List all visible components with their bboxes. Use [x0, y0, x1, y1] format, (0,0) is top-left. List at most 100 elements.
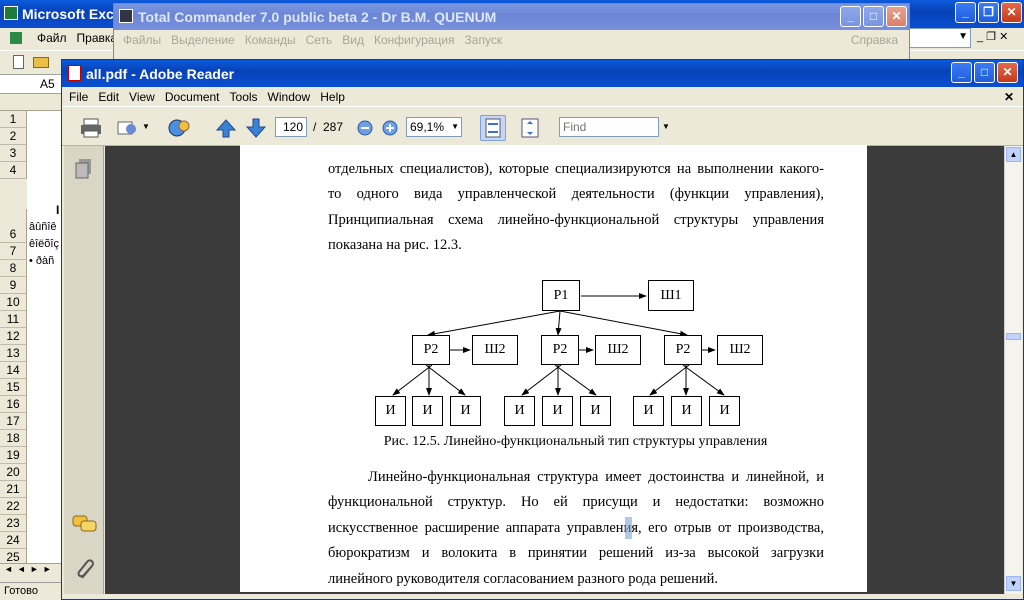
excel-row-header[interactable]: 20 [0, 464, 27, 481]
excel-row-header[interactable]: 19 [0, 447, 27, 464]
email-icon[interactable] [114, 115, 140, 141]
reader-menu-edit[interactable]: Edit [93, 90, 124, 104]
excel-row-header[interactable]: 7 [0, 243, 27, 260]
doc-close-icon[interactable]: ✕ [999, 90, 1019, 104]
pdf-page[interactable]: отдельных специалистов), которые специал… [240, 145, 867, 592]
fit-width-icon[interactable] [517, 115, 543, 141]
reader-minimize-button[interactable]: _ [951, 62, 972, 83]
chevron-down-icon[interactable]: ▼ [662, 122, 670, 131]
reader-titlebar[interactable]: all.pdf - Adobe Reader _ □ ✕ [62, 60, 1023, 87]
new-file-icon[interactable] [13, 55, 24, 69]
node-leaf: И [375, 396, 406, 426]
excel-row-header[interactable]: 11 [0, 311, 27, 328]
vertical-scrollbar[interactable]: ▲ ▼ [1004, 146, 1022, 594]
page-number-input[interactable] [275, 117, 307, 137]
reader-maximize-button[interactable]: □ [974, 62, 995, 83]
tc-menu-commands[interactable]: Команды [240, 33, 301, 47]
reader-menu-window[interactable]: Window [263, 90, 316, 104]
excel-row-header[interactable]: 23 [0, 515, 27, 532]
tc-menu-help[interactable]: Справка [846, 33, 903, 47]
print-icon[interactable] [78, 115, 104, 141]
excel-row-header[interactable]: 14 [0, 362, 27, 379]
search-globe-icon[interactable] [166, 115, 192, 141]
excel-row-header[interactable]: 2 [0, 128, 27, 145]
find-input[interactable] [559, 117, 659, 137]
excel-row-header[interactable]: 13 [0, 345, 27, 362]
node-sh2-center: Ш2 [595, 335, 641, 365]
node-sh2-left: Ш2 [472, 335, 518, 365]
tc-menu-run[interactable]: Запуск [460, 33, 508, 47]
reader-menu-file[interactable]: File [64, 90, 93, 104]
tc-menu-net[interactable]: Сеть [301, 33, 338, 47]
node-r1: Р1 [542, 280, 580, 311]
excel-restore-button[interactable]: ❐ [978, 2, 999, 23]
scroll-thumb[interactable] [1006, 333, 1021, 340]
excel-row-header[interactable]: 3 [0, 145, 27, 162]
tc-menu-view[interactable]: Вид [337, 33, 369, 47]
tc-menu-config[interactable]: Конфигурация [369, 33, 460, 47]
comments-icon[interactable] [72, 514, 98, 539]
tc-menu-files[interactable]: Файлы [118, 33, 166, 47]
reader-menu-help[interactable]: Help [315, 90, 350, 104]
excel-row-header[interactable]: 9 [0, 277, 27, 294]
open-folder-icon[interactable] [33, 57, 49, 68]
excel-doc-minimize[interactable]: _ ❐ ✕ [977, 30, 1008, 43]
tc-title: Total Commander 7.0 public beta 2 - Dr B… [138, 9, 497, 25]
excel-row-header[interactable]: 22 [0, 498, 27, 515]
excel-grid[interactable] [27, 111, 62, 563]
excel-row-header[interactable]: 21 [0, 481, 27, 498]
excel-row-header[interactable]: 10 [0, 294, 27, 311]
excel-cell-r8[interactable]: • ðàñ [29, 255, 62, 267]
excel-title: Microsoft Exce [22, 6, 122, 22]
pages-icon[interactable] [74, 158, 94, 183]
tc-close-button[interactable]: ✕ [886, 6, 907, 27]
excel-doc-icon [10, 32, 22, 44]
excel-namebox[interactable]: A5 [40, 77, 55, 91]
reader-menu-view[interactable]: View [124, 90, 160, 104]
reader-close-button[interactable]: ✕ [997, 62, 1018, 83]
excel-menu-file[interactable]: Файл [32, 31, 72, 45]
zoom-value: 69,1% [410, 120, 445, 134]
scroll-down-arrow[interactable]: ▼ [1006, 576, 1021, 591]
scroll-up-arrow[interactable]: ▲ [1006, 147, 1021, 162]
excel-close-button[interactable]: ✕ [1001, 2, 1022, 23]
tc-titlebar[interactable]: Total Commander 7.0 public beta 2 - Dr B… [114, 4, 909, 30]
tc-minimize-button[interactable]: _ [840, 6, 861, 27]
excel-row-header[interactable]: 24 [0, 532, 27, 549]
zoom-in-icon[interactable] [377, 115, 403, 141]
reader-menu-document[interactable]: Document [160, 90, 225, 104]
chevron-down-icon: ▼ [958, 31, 968, 42]
excel-row-header[interactable]: 16 [0, 396, 27, 413]
previous-page-icon[interactable] [213, 115, 239, 141]
tc-menu-select[interactable]: Выделение [166, 33, 240, 47]
next-page-icon[interactable] [243, 115, 269, 141]
text-line: искусственное расширение аппарата управл… [328, 519, 824, 536]
excel-row-header[interactable]: 17 [0, 413, 27, 430]
excel-status-text: Готово [4, 585, 38, 597]
excel-font-dropdown[interactable]: ▼ [905, 28, 971, 48]
zoom-out-icon[interactable] [352, 115, 378, 141]
fit-page-icon[interactable] [480, 115, 506, 141]
excel-row-header[interactable]: 15 [0, 379, 27, 396]
tc-maximize-button[interactable]: □ [863, 6, 884, 27]
navigation-panel [64, 146, 104, 594]
excel-row-header[interactable]: 6 [0, 226, 27, 243]
excel-minimize-button[interactable]: _ [955, 2, 976, 23]
excel-row-header[interactable]: 8 [0, 260, 27, 277]
reader-menu-tools[interactable]: Tools [225, 90, 263, 104]
node-leaf: И [504, 396, 535, 426]
zoom-select[interactable]: 69,1% ▼ [406, 117, 462, 137]
excel-row-header[interactable]: 18 [0, 430, 27, 447]
floppy-icon [119, 9, 133, 23]
chevron-down-icon[interactable]: ▼ [142, 122, 150, 131]
node-leaf: И [580, 396, 611, 426]
excel-cell-r7[interactable]: êîëõîç [29, 238, 62, 250]
attachments-icon[interactable] [76, 558, 96, 586]
excel-row-header[interactable]: 12 [0, 328, 27, 345]
excel-row-header[interactable]: 4 [0, 162, 27, 179]
reader-menubar: File Edit View Document Tools Window Hel… [62, 87, 1023, 106]
excel-row-header[interactable]: 1 [0, 111, 27, 128]
excel-cell-r5[interactable]: I [56, 203, 59, 217]
excel-cell-r6[interactable]: âûñîê [29, 221, 62, 233]
excel-sheet-nav[interactable]: ◄◄►► [0, 563, 62, 580]
